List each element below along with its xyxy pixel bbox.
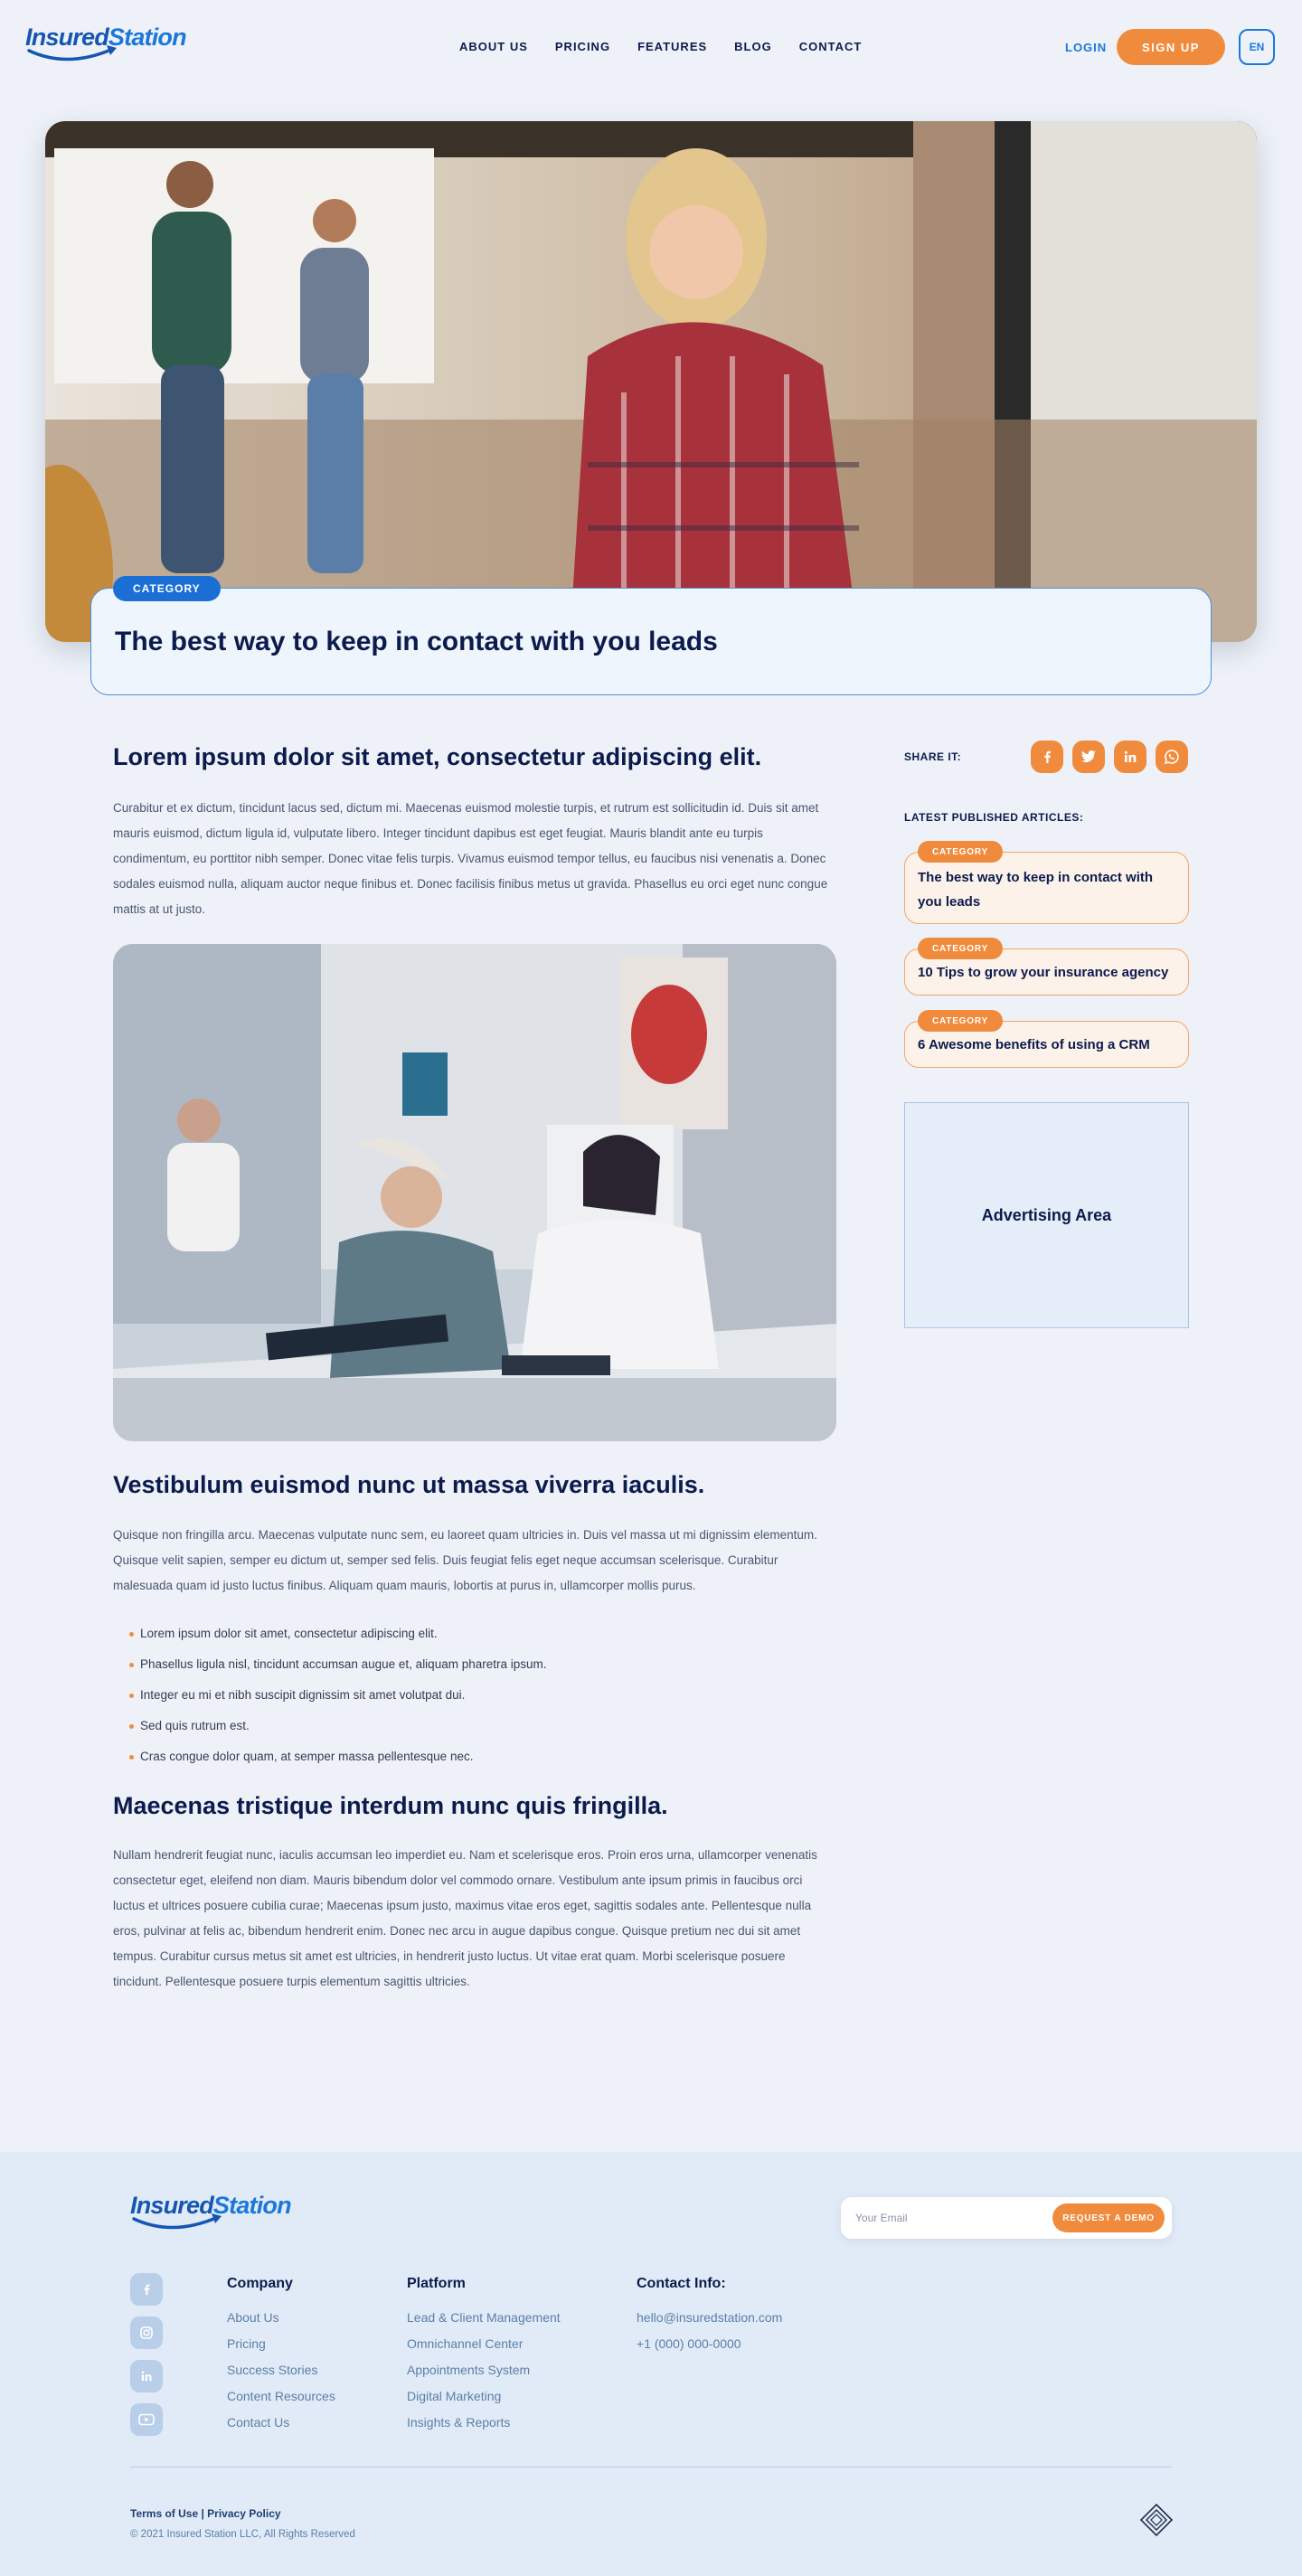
latest-article-card[interactable]: CATEGORY The best way to keep in contact… <box>904 841 1189 924</box>
footer-contact-phone[interactable]: +1 (000) 000-0000 <box>637 2331 782 2357</box>
footer-company-title: Company <box>227 2276 293 2291</box>
linkedin-icon[interactable] <box>1114 741 1146 773</box>
whatsapp-icon[interactable] <box>1156 741 1188 773</box>
latest-article-card[interactable]: CATEGORY 6 Awesome benefits of using a C… <box>904 1010 1189 1068</box>
footer-company-column: Company About Us Pricing Success Stories… <box>227 2276 335 2436</box>
linkedin-icon[interactable] <box>130 2360 163 2392</box>
nav-blog[interactable]: BLOG <box>734 40 772 53</box>
footer-contact-email[interactable]: hello@insuredstation.com <box>637 2305 782 2331</box>
article-heading-2: Vestibulum euismod nunc ut massa viverra… <box>113 1471 705 1498</box>
signup-button[interactable]: SIGN UP <box>1117 29 1225 65</box>
share-icons <box>1031 741 1188 773</box>
diamond-icon <box>1139 2503 1174 2542</box>
hero-title-card[interactable]: CATEGORY The best way to keep in contact… <box>90 576 1212 695</box>
hero-image <box>45 121 1257 642</box>
nav-contact[interactable]: CONTACT <box>799 40 863 53</box>
latest-article-card[interactable]: CATEGORY 10 Tips to grow your insurance … <box>904 938 1189 995</box>
footer-link-appointments[interactable]: Appointments System <box>407 2357 561 2383</box>
request-demo-button[interactable]: REQUEST A DEMO <box>1052 2203 1165 2232</box>
latest-articles-label: LATEST PUBLISHED ARTICLES: <box>904 811 1084 824</box>
hero-category-badge[interactable]: CATEGORY <box>113 576 221 601</box>
list-item: Phasellus ligula nisl, tincidunt accumsa… <box>129 1649 547 1680</box>
youtube-icon[interactable] <box>130 2403 163 2436</box>
article-image <box>113 944 836 1441</box>
article-paragraph-2: Quisque non fringilla arcu. Maecenas vul… <box>113 1528 817 1592</box>
facebook-icon[interactable] <box>130 2273 163 2306</box>
footer-copyright: © 2021 Insured Station LLC, All Rights R… <box>130 2529 355 2540</box>
footer-link-digital-marketing[interactable]: Digital Marketing <box>407 2383 561 2410</box>
advertising-area[interactable]: Advertising Area <box>904 1102 1189 1328</box>
hero-title: The best way to keep in contact with you… <box>115 627 718 656</box>
facebook-icon[interactable] <box>1031 741 1063 773</box>
nav-about-us[interactable]: ABOUT US <box>459 40 528 53</box>
brand-logo[interactable]: InsuredStation <box>25 24 206 71</box>
list-item: Sed quis rutrum est. <box>129 1711 547 1741</box>
latest-article-title[interactable]: 6 Awesome benefits of using a CRM <box>918 1033 1175 1057</box>
main-nav: ABOUT US PRICING FEATURES BLOG CONTACT <box>459 40 862 53</box>
language-button[interactable]: EN <box>1239 29 1275 65</box>
footer-platform-column: Platform Lead & Client Management Omnich… <box>407 2276 561 2436</box>
article-paragraph-1: Curabitur et ex dictum, tincidunt lacus … <box>113 801 828 916</box>
footer-contact-title: Contact Info: <box>637 2276 726 2291</box>
footer-link-insights-reports[interactable]: Insights & Reports <box>407 2410 561 2436</box>
instagram-icon[interactable] <box>130 2317 163 2349</box>
logo-swoosh-icon <box>132 2213 222 2230</box>
article-category-tag[interactable]: CATEGORY <box>918 938 1003 959</box>
footer-link-about-us[interactable]: About Us <box>227 2305 335 2331</box>
share-label: SHARE IT: <box>904 750 962 763</box>
footer-link-omnichannel[interactable]: Omnichannel Center <box>407 2331 561 2357</box>
article-bullet-list: Lorem ipsum dolor sit amet, consectetur … <box>129 1618 547 1772</box>
email-input[interactable] <box>855 2197 1036 2239</box>
list-item: Integer eu mi et nibh suscipit dignissim… <box>129 1680 547 1711</box>
article-paragraph-3: Nullam hendrerit feugiat nunc, iaculis a… <box>113 1848 817 1988</box>
login-link[interactable]: LOGIN <box>1065 41 1107 54</box>
footer-link-contact-us[interactable]: Contact Us <box>227 2410 335 2436</box>
article-category-tag[interactable]: CATEGORY <box>918 1010 1003 1032</box>
latest-article-title[interactable]: 10 Tips to grow your insurance agency <box>918 960 1175 985</box>
footer-contact-column: Contact Info: hello@insuredstation.com +… <box>637 2276 782 2357</box>
latest-article-title[interactable]: The best way to keep in contact with you… <box>918 865 1175 914</box>
article-category-tag[interactable]: CATEGORY <box>918 841 1003 863</box>
nav-pricing[interactable]: PRICING <box>555 40 610 53</box>
footer-link-content-resources[interactable]: Content Resources <box>227 2383 335 2410</box>
list-item: Lorem ipsum dolor sit amet, consectetur … <box>129 1618 547 1649</box>
footer-link-pricing[interactable]: Pricing <box>227 2331 335 2357</box>
twitter-icon[interactable] <box>1072 741 1105 773</box>
footer-brand-logo[interactable]: InsuredStation <box>130 2192 311 2239</box>
nav-features[interactable]: FEATURES <box>637 40 707 53</box>
footer-link-success-stories[interactable]: Success Stories <box>227 2357 335 2383</box>
article-heading-1: Lorem ipsum dolor sit amet, consectetur … <box>113 743 762 770</box>
logo-swoosh-icon <box>27 45 117 61</box>
footer-platform-title: Platform <box>407 2276 466 2291</box>
newsletter-form: REQUEST A DEMO <box>841 2197 1172 2239</box>
footer-link-lead-client[interactable]: Lead & Client Management <box>407 2305 561 2331</box>
article-heading-3: Maecenas tristique interdum nunc quis fr… <box>113 1792 668 1819</box>
site-footer: InsuredStation REQUEST A DEMO Company Ab… <box>0 2152 1302 2576</box>
site-header: InsuredStation ABOUT US PRICING FEATURES… <box>0 0 1302 95</box>
footer-social-icons <box>130 2273 163 2436</box>
footer-legal-links[interactable]: Terms of Use | Privacy Policy <box>130 2507 281 2520</box>
list-item: Cras congue dolor quam, at semper massa … <box>129 1741 547 1772</box>
